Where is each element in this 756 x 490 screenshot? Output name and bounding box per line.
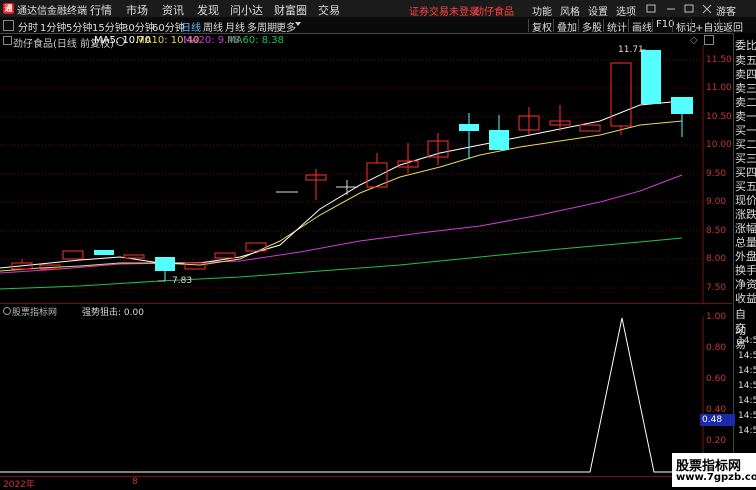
btn-back[interactable]: 返回 bbox=[719, 19, 743, 34]
trade-time: 14:50 bbox=[738, 381, 756, 391]
trade-time: 14:50 bbox=[738, 411, 756, 421]
btn-stats[interactable]: 统计 bbox=[603, 19, 627, 34]
month-label: 8 bbox=[132, 477, 138, 487]
indicator-tick: 0.80 bbox=[706, 343, 727, 353]
menu-wealth[interactable]: 财富圈 bbox=[274, 2, 307, 18]
trade-time: 14:50 bbox=[738, 366, 756, 376]
period-intraday[interactable]: 分时 bbox=[18, 19, 38, 34]
period-monthly[interactable]: 月线 bbox=[225, 19, 245, 34]
current-indicator-value: 0.48 bbox=[700, 414, 735, 426]
price-tick: 7.50 bbox=[706, 283, 727, 293]
price-tick: 10.00 bbox=[706, 140, 732, 150]
price-tick: 8.00 bbox=[706, 254, 727, 264]
period-multi[interactable]: 多周期 bbox=[247, 19, 277, 34]
high-annotation: 11.71 bbox=[618, 45, 644, 55]
trade-time: 14:50 bbox=[738, 351, 756, 361]
chevron-down-icon[interactable] bbox=[295, 22, 301, 26]
period-60min[interactable]: 60分钟 bbox=[152, 19, 185, 34]
menu-ask[interactable]: 问小达 bbox=[230, 2, 263, 18]
menu-settings[interactable]: 设置 bbox=[588, 3, 608, 18]
expand-icon[interactable] bbox=[3, 36, 12, 45]
year-label: 2022年 bbox=[3, 480, 35, 490]
watermark-url: www.7gpzb.com bbox=[676, 472, 756, 483]
price-tick: 10.50 bbox=[706, 112, 732, 122]
period-more[interactable]: 更多 bbox=[276, 19, 296, 34]
time-axis bbox=[0, 476, 733, 488]
window-controls bbox=[646, 4, 712, 14]
app-title: 通达信金融终端 bbox=[17, 6, 87, 17]
price-tick: 11.00 bbox=[706, 83, 732, 93]
trade-time: 14:50 bbox=[738, 336, 756, 346]
btn-adjust[interactable]: 复权 bbox=[528, 19, 552, 34]
trade-status: 证券交易未登录 bbox=[409, 7, 479, 18]
title-bar bbox=[0, 0, 756, 18]
menu-options[interactable]: 选项 bbox=[616, 3, 636, 18]
btn-multi-stock[interactable]: 多股 bbox=[578, 19, 602, 34]
trade-time: 14:50 bbox=[738, 426, 756, 436]
period-15min[interactable]: 15分钟 bbox=[92, 19, 125, 34]
indicator-tick: 0.60 bbox=[706, 374, 727, 384]
label-earnings: 收益 bbox=[735, 292, 756, 305]
price-tick: 9.50 bbox=[706, 169, 727, 179]
indicator-tick: 0.20 bbox=[706, 436, 727, 446]
period-30min[interactable]: 30分钟 bbox=[122, 19, 155, 34]
low-annotation: 7.83 bbox=[172, 276, 193, 286]
indicator-tick: 1.00 bbox=[706, 312, 727, 322]
price-tick: 8.50 bbox=[706, 226, 727, 236]
user-guest[interactable]: 游客 bbox=[716, 3, 736, 18]
period-weekly[interactable]: 周线 bbox=[203, 19, 223, 34]
period-5min[interactable]: 5分钟 bbox=[66, 19, 92, 34]
menu-trade[interactable]: 交易 bbox=[318, 2, 340, 18]
price-tick: 11.50 bbox=[706, 55, 732, 65]
kline-chart[interactable] bbox=[0, 45, 732, 303]
layout-icon bbox=[646, 4, 656, 13]
menu-news[interactable]: 资讯 bbox=[162, 2, 184, 18]
menu-function[interactable]: 功能 bbox=[532, 3, 552, 18]
btn-overlay[interactable]: 叠加 bbox=[553, 19, 577, 34]
app-logo-icon: 通 bbox=[3, 3, 14, 14]
indicator-chart[interactable] bbox=[0, 316, 732, 476]
price-tick: 9.00 bbox=[706, 197, 727, 207]
menu-quotes[interactable]: 行情 bbox=[90, 2, 112, 18]
menu-discover[interactable]: 发现 bbox=[197, 2, 219, 18]
indicator-settings-icon[interactable] bbox=[3, 307, 11, 315]
label-weibi: 委比 bbox=[735, 39, 756, 52]
period-1min[interactable]: 1分钟 bbox=[40, 19, 66, 34]
period-daily[interactable]: 日线 bbox=[181, 19, 201, 34]
maximize-chart-icon[interactable] bbox=[704, 35, 714, 45]
trade-time: 14:50 bbox=[738, 396, 756, 406]
panel-toggle-icon[interactable] bbox=[3, 20, 14, 31]
menu-market[interactable]: 市场 bbox=[126, 2, 148, 18]
title-stock: 劲仔食品 bbox=[474, 7, 514, 18]
btn-draw[interactable]: 画线 bbox=[628, 19, 652, 34]
menu-style[interactable]: 风格 bbox=[560, 3, 580, 18]
maximize-icon bbox=[684, 4, 694, 13]
